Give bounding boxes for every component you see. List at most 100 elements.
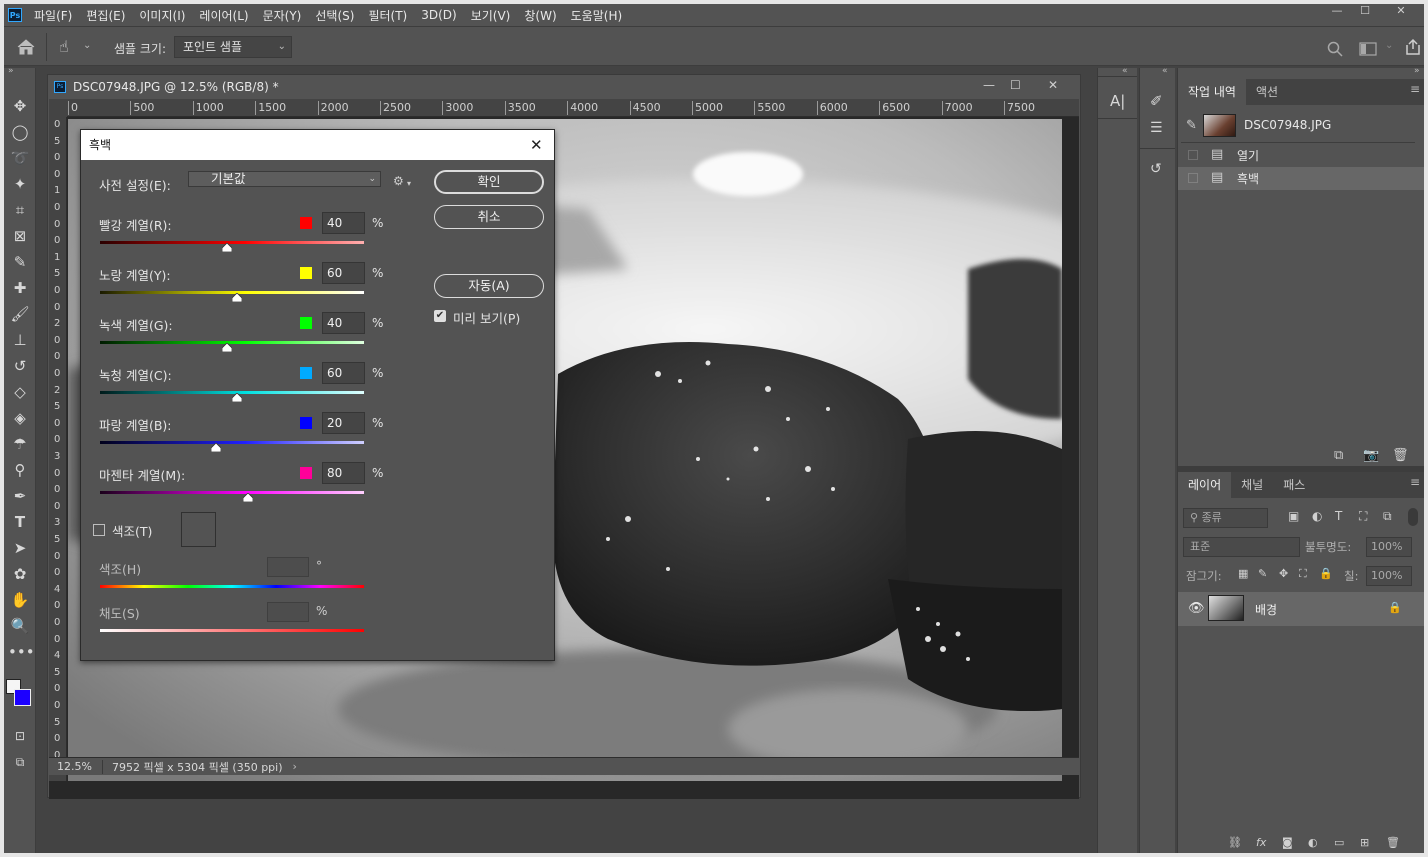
ok-button[interactable]: 확인	[434, 170, 544, 194]
channel-slider-thumb[interactable]	[232, 393, 243, 402]
preset-select[interactable]: 기본값 ⌄	[188, 171, 381, 187]
channel-slider-thumb[interactable]	[221, 243, 232, 252]
doc-maximize-icon[interactable]: ☐	[1010, 78, 1021, 92]
tab-history[interactable]: 작업 내역	[1178, 79, 1246, 105]
saturation-slider-track[interactable]	[100, 629, 364, 632]
maximize-icon[interactable]: ☐	[1350, 4, 1380, 18]
new-document-from-state-icon[interactable]: ⧉	[1334, 448, 1343, 463]
background-color-swatch[interactable]	[14, 689, 31, 706]
link-layers-icon[interactable]: ⛓	[1228, 836, 1242, 849]
channel-slider-track[interactable]	[100, 441, 364, 444]
saturation-input[interactable]	[267, 602, 309, 622]
collapse-toolbar-icon[interactable]: »	[8, 66, 14, 76]
menu-file[interactable]: 파일(F)	[34, 7, 72, 24]
home-icon[interactable]	[17, 39, 35, 55]
healing-brush-tool-icon[interactable]: ✚	[8, 277, 32, 299]
magic-wand-tool-icon[interactable]: ✦	[8, 173, 32, 195]
menu-3d[interactable]: 3D(D)	[421, 8, 456, 22]
more-tools-icon[interactable]: •••	[8, 641, 35, 663]
channel-value-input[interactable]: 40	[322, 212, 365, 234]
menu-help[interactable]: 도움말(H)	[571, 7, 623, 24]
channel-slider-track[interactable]	[100, 341, 364, 344]
close-app-icon[interactable]: ✕	[1386, 4, 1416, 18]
collapse-panels-icon[interactable]: »	[1414, 66, 1420, 76]
menu-window[interactable]: 창(W)	[524, 7, 556, 24]
filter-smart-object-icon[interactable]: ⧉	[1383, 509, 1392, 524]
blend-mode-select[interactable]: 표준	[1183, 537, 1300, 557]
filter-adjustment-icon[interactable]: ◐	[1312, 509, 1322, 523]
channel-slider-track[interactable]	[100, 241, 364, 244]
delete-layer-trash-icon[interactable]: 🗑	[1386, 836, 1400, 849]
blur-tool-icon[interactable]: ☂	[8, 433, 32, 455]
new-adjustment-layer-icon[interactable]: ◐	[1308, 836, 1318, 849]
workspace-icon[interactable]	[1359, 42, 1377, 56]
layer-row-background[interactable]: 👁 배경 🔒	[1178, 592, 1424, 626]
menu-layer[interactable]: 레이어(L)	[199, 7, 248, 24]
preview-checkbox[interactable]: ✔	[434, 310, 446, 322]
clone-stamp-tool-icon[interactable]: ⊥	[8, 329, 32, 351]
layer-filter-kind-select[interactable]: ⚲ 종류	[1183, 508, 1268, 528]
lock-artboard-icon[interactable]: ⛶	[1299, 567, 1307, 581]
type-tool-icon[interactable]: T	[8, 511, 32, 533]
history-state-checkbox[interactable]	[1188, 150, 1198, 160]
workspace-chevron-icon[interactable]: ⌄	[1385, 40, 1393, 51]
pen-tool-icon[interactable]: ✒	[8, 485, 32, 507]
menu-edit[interactable]: 편집(E)	[86, 7, 125, 24]
auto-button[interactable]: 자동(A)	[434, 274, 544, 298]
hue-slider-track[interactable]	[100, 585, 364, 588]
dialog-title-bar[interactable]: 흑백 ✕	[81, 130, 554, 160]
history-brush-panel-icon[interactable]: ↺	[1150, 161, 1162, 177]
add-mask-icon[interactable]: ◙	[1282, 836, 1293, 849]
history-snapshot-row[interactable]: ✎ DSC07948.JPG	[1178, 112, 1424, 140]
new-layer-icon[interactable]: ⊞	[1360, 836, 1369, 849]
channel-value-input[interactable]: 80	[322, 462, 365, 484]
channel-slider-thumb[interactable]	[232, 293, 243, 302]
crop-tool-icon[interactable]: ⌗	[8, 199, 32, 221]
channel-value-input[interactable]: 40	[322, 312, 365, 334]
zoom-level[interactable]: 12.5%	[57, 760, 92, 773]
filter-toggle[interactable]	[1408, 508, 1418, 526]
lock-all-icon[interactable]: 🔒	[1319, 567, 1333, 580]
preset-options-gear-icon[interactable]: ⚙	[393, 174, 404, 188]
channel-slider-track[interactable]	[100, 491, 364, 494]
share-icon[interactable]	[1405, 38, 1421, 56]
layer-name[interactable]: 배경	[1255, 601, 1277, 618]
eraser-tool-icon[interactable]: ◇	[8, 381, 32, 403]
snapshot-source-brush-icon[interactable]: ✎	[1186, 118, 1197, 133]
channel-slider-thumb[interactable]	[242, 493, 253, 502]
character-panel-icon[interactable]: A|	[1110, 92, 1125, 110]
delete-state-trash-icon[interactable]: 🗑	[1392, 448, 1409, 463]
frame-tool-icon[interactable]: ⊠	[8, 225, 32, 247]
fill-input[interactable]: 100%	[1366, 566, 1412, 586]
marquee-tool-icon[interactable]: ◯	[8, 121, 32, 143]
menu-view[interactable]: 보기(V)	[471, 7, 511, 24]
layer-style-fx-icon[interactable]: fx	[1256, 836, 1266, 849]
tab-channels[interactable]: 채널	[1231, 472, 1273, 498]
cancel-button[interactable]: 취소	[434, 205, 544, 229]
history-item-bw[interactable]: ▤ 흑백	[1178, 167, 1424, 190]
filter-pixel-icon[interactable]: ▣	[1288, 509, 1299, 523]
doc-close-icon[interactable]: ✕	[1048, 78, 1058, 92]
chevron-down-icon[interactable]: ⌄	[83, 40, 91, 51]
tab-layers[interactable]: 레이어	[1178, 472, 1232, 498]
tab-paths[interactable]: 패스	[1273, 472, 1315, 498]
new-group-folder-icon[interactable]: ▭	[1334, 836, 1344, 849]
lock-transparent-icon[interactable]: ▦	[1238, 567, 1248, 580]
menu-type[interactable]: 문자(Y)	[263, 7, 302, 24]
eyedropper-tool-icon[interactable]: ✎	[8, 251, 32, 273]
history-item-open[interactable]: ▤ 열기	[1178, 144, 1424, 167]
history-state-checkbox[interactable]	[1188, 173, 1198, 183]
channel-value-input[interactable]: 60	[322, 262, 365, 284]
doc-minimize-icon[interactable]: —	[983, 78, 995, 92]
layer-visibility-eye-icon[interactable]: 👁	[1188, 601, 1205, 616]
lock-position-icon[interactable]: ✥	[1279, 567, 1288, 580]
zoom-tool-icon[interactable]: 🔍	[8, 615, 32, 637]
menu-select[interactable]: 선택(S)	[315, 7, 354, 24]
new-snapshot-camera-icon[interactable]: 📷	[1363, 448, 1379, 463]
move-tool-icon[interactable]: ✥	[8, 95, 32, 117]
history-brush-tool-icon[interactable]: ↺	[8, 355, 32, 377]
channel-value-input[interactable]: 60	[322, 362, 365, 384]
brush-tool-icon[interactable]: 🖌	[8, 303, 32, 325]
history-panel-menu-icon[interactable]: ≡	[1410, 82, 1420, 96]
expand-dock-2-icon[interactable]: «	[1162, 66, 1168, 76]
